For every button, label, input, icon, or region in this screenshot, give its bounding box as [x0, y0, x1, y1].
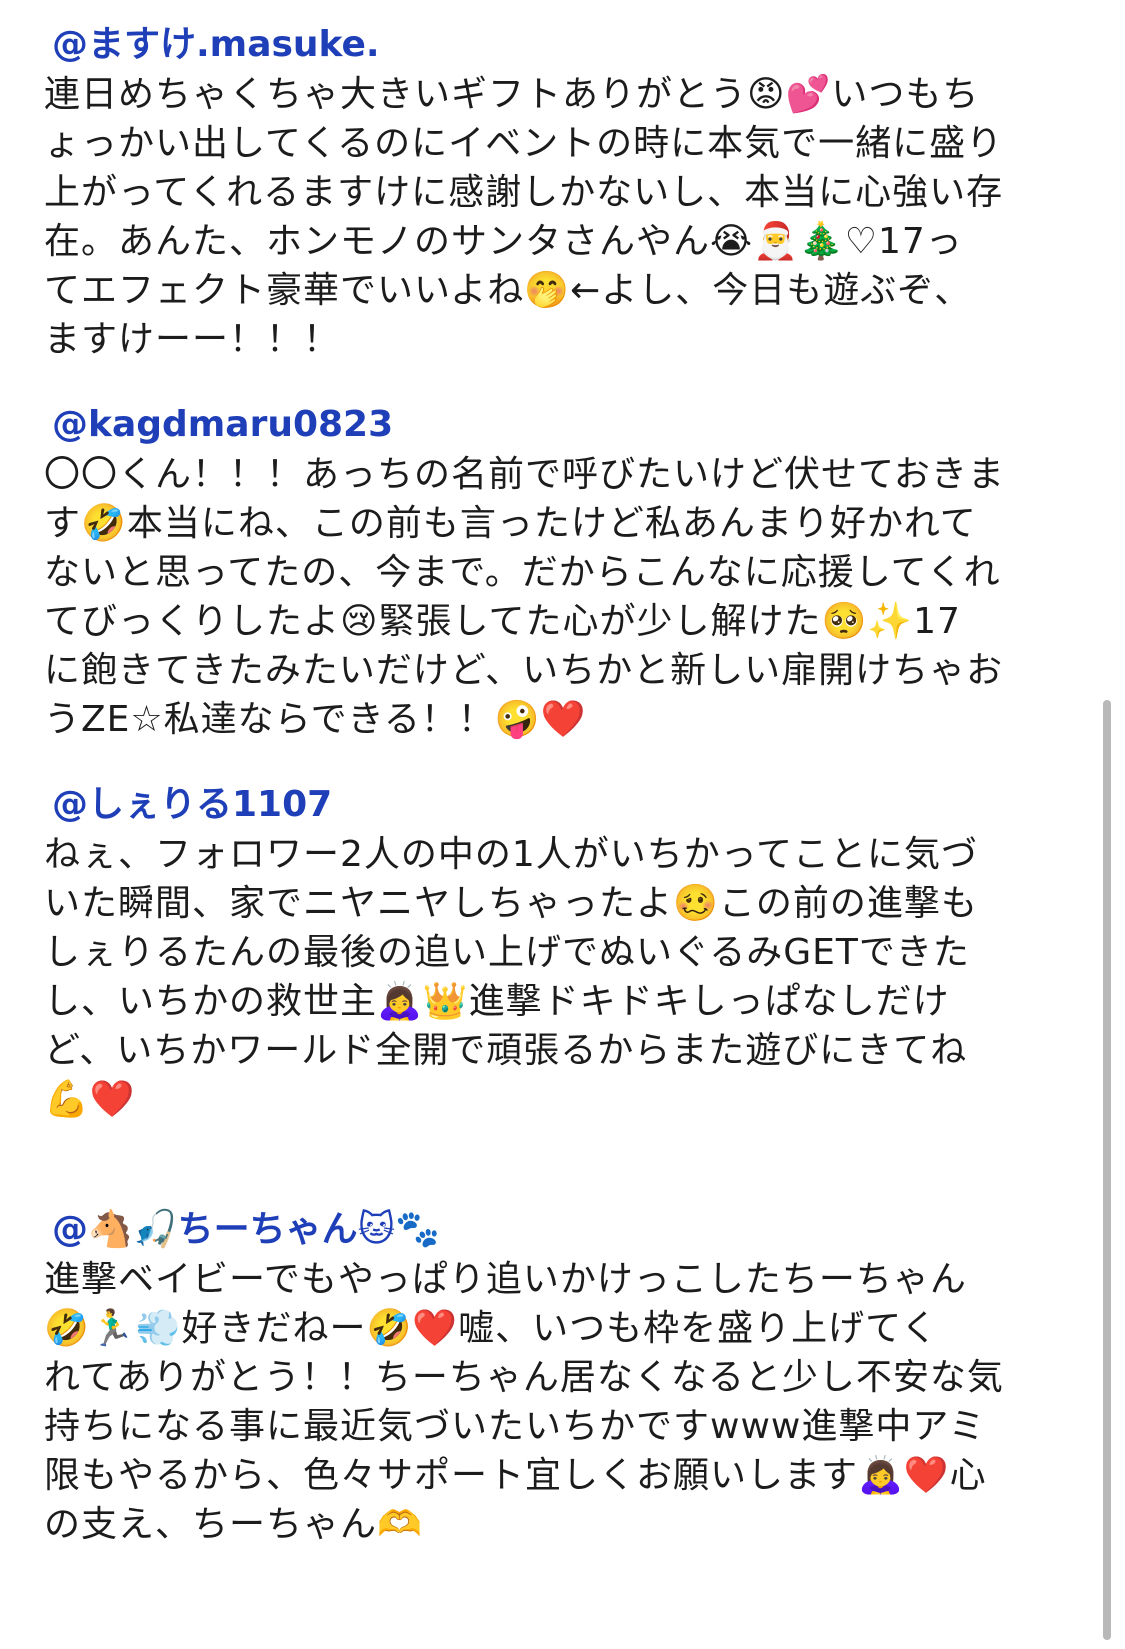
message-block: @kagdmaru0823 〇〇くん！！！あっちの名前で呼びたいけど伏せておきま… — [0, 400, 1100, 744]
message-line: す🤣本当にね、この前も言ったけど私あんまり好かれて — [44, 503, 977, 544]
message-line: 持ちになる事に最近気づいたいちかですwww進撃中アミ — [44, 1406, 986, 1447]
message-line: に飽きてきたみたいだけど、いちかと新しい扉開けちゃお — [44, 650, 1004, 691]
message-line: ないと思ってたの、今まで。だからこんなに応援してくれ — [44, 552, 1001, 593]
message-line: 上がってくれるますけに感謝しかないし、本当に心強い存 — [44, 172, 1004, 213]
user-handle[interactable]: @しぇりる1107 — [52, 780, 1100, 830]
message-block: @🐴🎣ちーちゃん🐱🐾 進撃ベイビーでもやっぱり追いかけっこしたちーちゃん 🤣🏃‍… — [0, 1205, 1100, 1549]
message-block: @しぇりる1107 ねぇ、フォロワー2人の中の1人がいちかってことに気づ いた瞬… — [0, 780, 1100, 1124]
message-line: 在。あんた、ホンモノのサンタさんやん😭🎅🎄♡17っ — [44, 221, 963, 262]
message-line: し、いちかの救世主🙇‍♀️👑進撃ドキドキしっぱなしだけ — [44, 981, 950, 1022]
message-line: ょっかい出してくるのにイベントの時に本気で一緒に盛り — [44, 123, 1004, 164]
message-line: 🤣🏃‍♂️💨好きだねー🤣❤️嘘、いつも枠を盛り上げてく — [44, 1308, 939, 1349]
message-line: てびっくりしたよ😢緊張してた心が少し解けた🥺✨17 — [44, 601, 961, 642]
message-line: れてありがとう！！ちーちゃん居なくなると少し不安な気 — [44, 1357, 1004, 1398]
message-line: てエフェクト豪華でいいよね🤭←よし、今日も遊ぶぞ、 — [44, 270, 972, 311]
message-line: 連日めちゃくちゃ大きいギフトありがとう😡💕いつもち — [44, 74, 980, 115]
message-line: 💪❤️ — [44, 1079, 136, 1120]
message-line: いた瞬間、家でニヤニヤしちゃったよ🥴この前の進撃も — [44, 883, 978, 924]
message-line: の支え、ちーちゃん🫶 — [44, 1504, 423, 1545]
user-handle[interactable]: @ますけ.masuke. — [52, 20, 1100, 70]
user-handle[interactable]: @🐴🎣ちーちゃん🐱🐾 — [52, 1205, 1100, 1255]
scrollbar-thumb[interactable] — [1103, 700, 1111, 1640]
user-handle[interactable]: @kagdmaru0823 — [52, 400, 1100, 450]
message-line: 進撃ベイビーでもやっぱり追いかけっこしたちーちゃん — [44, 1259, 967, 1300]
message-line: うZE☆私達ならできる！！🤪❤️ — [44, 699, 587, 740]
message-line: しぇりるたんの最後の追い上げでぬいぐるみGETできた — [44, 932, 970, 973]
message-line: 限もやるから、色々サポート宜しくお願いします🙇‍♀️❤️心 — [44, 1455, 987, 1496]
message-line: ど、いちかワールド全開で頑張るからまた遊びにきてね — [44, 1030, 968, 1071]
message-block: @ますけ.masuke. 連日めちゃくちゃ大きいギフトありがとう😡💕いつもち ょ… — [0, 20, 1100, 364]
message-line: ねぇ、フォロワー2人の中の1人がいちかってことに気づ — [44, 834, 979, 875]
message-line: ますけーー！！！ — [44, 319, 341, 360]
message-line: 〇〇くん！！！あっちの名前で呼びたいけど伏せておきま — [44, 454, 1005, 495]
vertical-scrollbar[interactable] — [1103, 700, 1111, 1640]
message-page: @ますけ.masuke. 連日めちゃくちゃ大きいギフトありがとう😡💕いつもち ょ… — [0, 0, 1125, 1649]
